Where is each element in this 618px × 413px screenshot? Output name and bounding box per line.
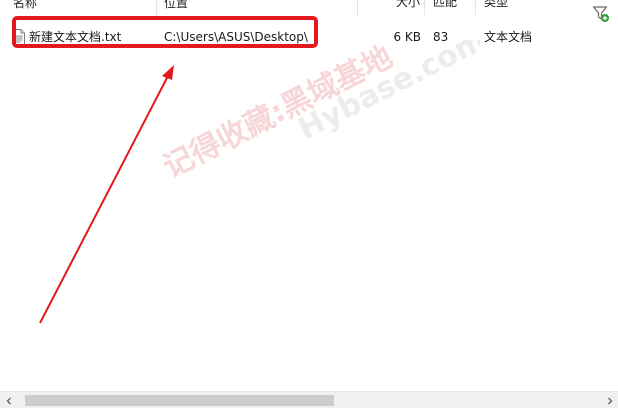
- column-header-row: 名称 位置 大小 匹配 类型: [0, 0, 618, 27]
- horizontal-scroll-thumb[interactable]: [25, 395, 334, 406]
- result-file-name[interactable]: 新建文本文档.txt: [29, 27, 157, 48]
- column-header-size[interactable]: 大小: [358, 0, 425, 15]
- watermark-text-en: Hybase.com: [293, 40, 480, 147]
- column-header-path[interactable]: 位置: [157, 0, 358, 16]
- filter-button[interactable]: [589, 2, 613, 26]
- search-results-pane: 名称 位置 大小 匹配 类型 新建文本文档.txt C:\Users\ASUS\…: [0, 0, 618, 413]
- text-file-icon: [13, 29, 25, 46]
- result-file-size: 6 KB: [393, 30, 421, 44]
- chevron-right-icon: [607, 397, 612, 404]
- scroll-left-button[interactable]: [0, 392, 17, 409]
- annotation-arrow: [39, 65, 174, 324]
- watermark: 记得收藏:黑域基地 Hybase.com: [158, 40, 480, 185]
- horizontal-scrollbar[interactable]: [0, 391, 618, 408]
- result-file-type: 文本文档: [484, 30, 533, 44]
- column-header-name[interactable]: 名称: [0, 0, 157, 16]
- result-file-path: C:\Users\ASUS\Desktop\: [164, 30, 308, 44]
- result-row[interactable]: 新建文本文档.txt C:\Users\ASUS\Desktop\ 6 KB 8…: [0, 27, 600, 48]
- chevron-left-icon: [6, 397, 11, 404]
- column-header-match[interactable]: 匹配: [425, 0, 476, 15]
- watermark-text-cn: 记得收藏:黑域基地: [158, 40, 398, 185]
- column-header-type[interactable]: 类型: [476, 0, 586, 15]
- filter-add-icon: [592, 6, 609, 22]
- scroll-right-button[interactable]: [601, 392, 618, 409]
- result-match-score: 83: [433, 30, 449, 44]
- bottom-edge: [0, 408, 618, 413]
